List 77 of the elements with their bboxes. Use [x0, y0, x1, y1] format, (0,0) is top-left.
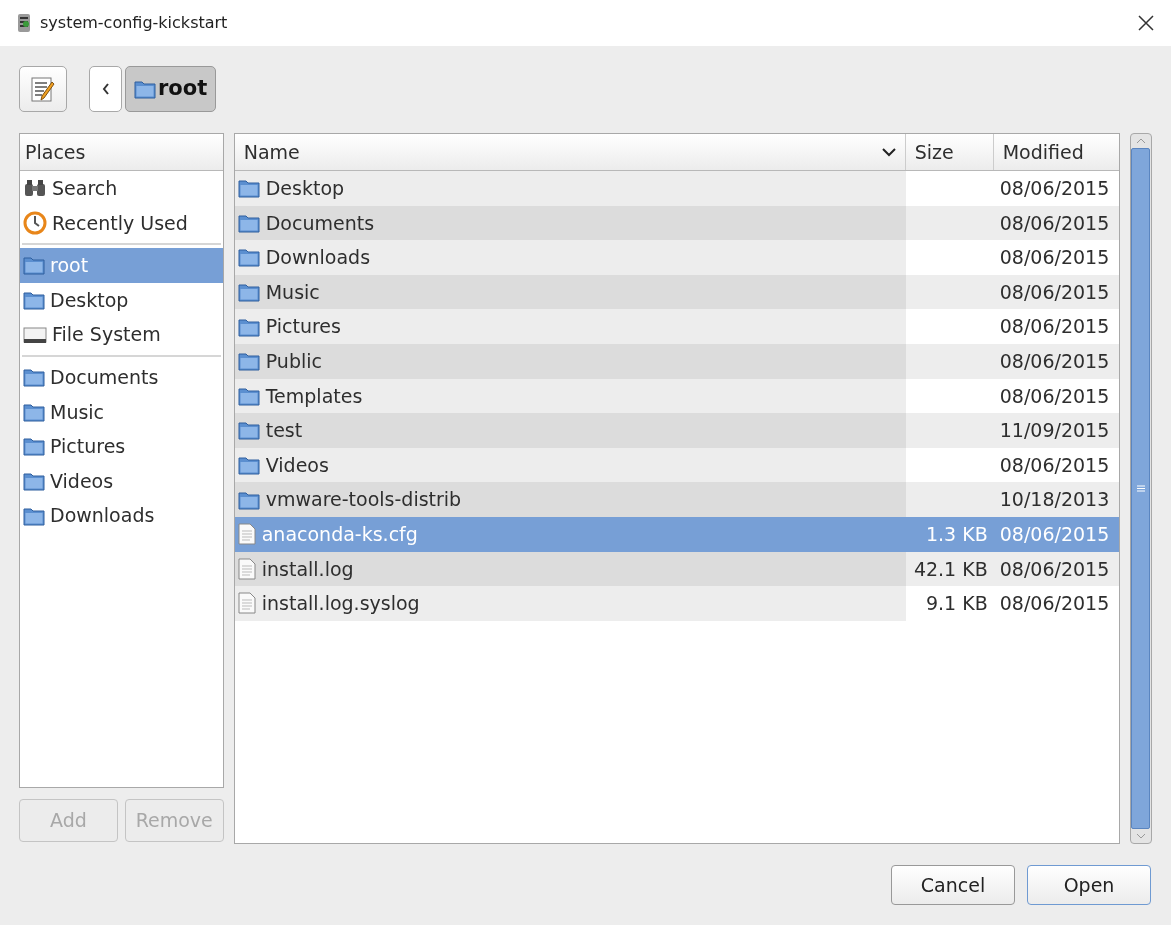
folder-icon [237, 247, 260, 268]
folder-icon [237, 212, 260, 233]
folder-icon [23, 436, 45, 457]
window-title: system-config-kickstart [40, 12, 228, 34]
folder-icon [23, 505, 45, 526]
file-size: 9.1 KB [925, 591, 988, 617]
scrollbar-thumb[interactable] [1131, 148, 1151, 829]
file-date: 08/06/2015 [999, 349, 1110, 374]
column-header[interactable]: Size [905, 134, 994, 170]
file-name: Documents [265, 210, 375, 236]
folder-icon [23, 471, 45, 492]
file-date: 08/06/2015 [999, 210, 1110, 236]
clock-icon [23, 210, 47, 235]
file-date: 08/06/2015 [999, 176, 1110, 202]
dialog-button[interactable]: Open [1027, 865, 1151, 905]
file-name: Desktop [265, 176, 345, 202]
file-date: 08/06/2015 [999, 522, 1110, 547]
file-name: test [265, 418, 303, 444]
folder-icon [237, 420, 260, 441]
binoculars-icon [23, 178, 47, 199]
file-name: install.log [261, 556, 354, 582]
column-header[interactable]: Modified [993, 134, 1119, 170]
file-date: 08/06/2015 [999, 452, 1110, 478]
file-size: 42.1 KB [913, 556, 988, 582]
file-date: 10/18/2013 [999, 487, 1110, 513]
back-button[interactable] [89, 66, 122, 112]
folder-icon [23, 367, 45, 388]
folder-icon [23, 290, 45, 311]
dialog-button[interactable]: Cancel [891, 865, 1015, 905]
folder-icon [237, 455, 260, 476]
file-date: 08/06/2015 [999, 591, 1110, 617]
file-size: 1.3 KB [925, 522, 988, 547]
folder-icon [237, 351, 260, 372]
file-name: Downloads [265, 245, 371, 271]
folder-icon [237, 385, 260, 406]
grip-icon [1136, 485, 1145, 492]
sidebar-item[interactable]: Desktop [20, 282, 223, 318]
file-date: 08/06/2015 [999, 314, 1110, 340]
file-date: 08/06/2015 [999, 245, 1110, 271]
sidebar-item[interactable]: Downloads [20, 498, 223, 533]
column-header[interactable]: Name [234, 134, 906, 170]
edit-location-button[interactable] [19, 66, 67, 112]
folder-icon [237, 316, 260, 337]
file-date: 08/06/2015 [999, 556, 1110, 582]
folder-icon [23, 401, 45, 422]
path-button[interactable]: root [125, 66, 217, 112]
close-icon[interactable] [1138, 15, 1154, 31]
file-date: 08/06/2015 [999, 383, 1110, 409]
sidebar-item[interactable]: Documents [20, 359, 223, 395]
file-name: Templates [265, 383, 363, 409]
sidebar-item[interactable]: Pictures [20, 429, 223, 464]
file-name: install.log.syslog [261, 591, 420, 617]
file-name: Public [265, 349, 322, 374]
sort-chevron-icon [881, 147, 896, 157]
file-name: Pictures [265, 314, 341, 340]
document-icon [237, 523, 256, 546]
sidebar-item[interactable]: Music [20, 394, 223, 430]
folder-icon [134, 79, 156, 99]
file-name: Music [265, 279, 320, 305]
chevron-left-icon [101, 83, 110, 95]
file-name: Videos [265, 452, 329, 478]
sidebar-item[interactable]: Recently Used [20, 205, 223, 241]
file-name: anaconda-ks.cfg [261, 522, 418, 547]
file-date: 08/06/2015 [999, 279, 1110, 305]
sidebar-item[interactable]: Search [20, 171, 223, 206]
folder-icon [23, 255, 45, 276]
drive-icon [23, 324, 47, 345]
document-icon [237, 592, 256, 615]
sidebar-item[interactable]: File System [20, 317, 223, 352]
folder-icon [237, 282, 260, 303]
folder-icon [237, 178, 260, 199]
sidebar-item[interactable]: Videos [20, 463, 223, 499]
file-name: vmware-tools-distrib [265, 487, 462, 513]
document-icon [237, 557, 256, 580]
file-date: 11/09/2015 [999, 418, 1110, 444]
folder-icon [237, 489, 260, 510]
scrollbar[interactable] [1129, 133, 1152, 844]
